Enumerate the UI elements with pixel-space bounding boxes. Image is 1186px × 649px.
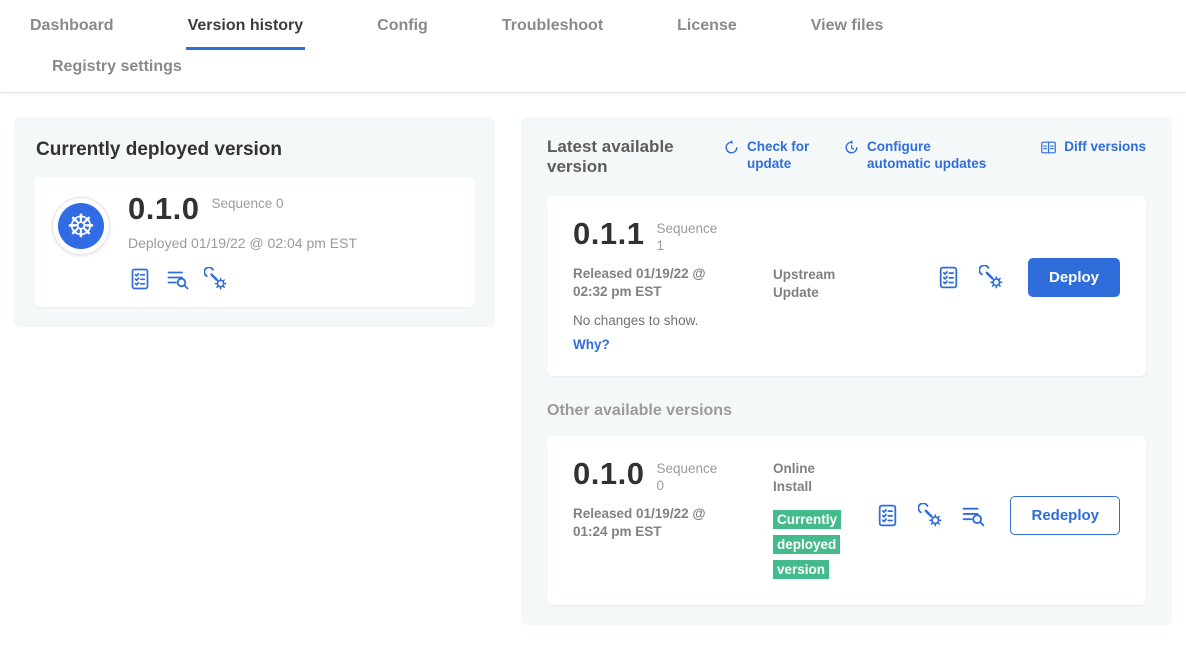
check-for-update-label: Check for update — [747, 139, 817, 173]
latest-version-info: 0.1.1 Sequence 1 Released 01/19/22 @ 02:… — [573, 218, 773, 354]
deploy-logs-icon[interactable] — [961, 503, 986, 528]
configure-automatic-updates-label: Configure automatic updates — [867, 139, 995, 173]
diff-icon — [1040, 139, 1057, 156]
currently-deployed-badge-wrap: Currently deployed version — [773, 508, 855, 582]
tab-license[interactable]: License — [675, 4, 739, 50]
preflight-checks-icon[interactable] — [875, 503, 900, 528]
configure-automatic-updates-link[interactable]: Configure automatic updates — [843, 139, 995, 173]
schedule-icon — [843, 139, 860, 156]
version-number: 0.1.0 — [573, 458, 644, 489]
version-source-label: Online Install — [773, 460, 828, 496]
latest-version-header: Latest available version Check for updat… — [547, 137, 1146, 178]
no-changes-text: No changes to show. — [573, 313, 773, 328]
other-version-card: 0.1.0 Sequence 0 Released 01/19/22 @ 01:… — [547, 436, 1146, 605]
version-row: 0.1.0 Sequence 0 — [128, 193, 357, 224]
nav-row-secondary: Registry settings — [0, 50, 1186, 92]
sequence-label: Sequence 0 — [211, 196, 283, 213]
check-for-update-link[interactable]: Check for update — [723, 139, 817, 173]
other-version-middle: Online Install Currently deployed versio… — [773, 458, 865, 583]
currently-deployed-title: Currently deployed version — [36, 139, 475, 161]
version-number: 0.1.0 — [128, 193, 199, 224]
latest-available-title: Latest available version — [547, 137, 697, 178]
currently-deployed-panel: Currently deployed version ☸ 0.1.0 Seque… — [14, 117, 495, 327]
kubernetes-logo: ☸ — [52, 197, 110, 255]
available-versions-panel: Latest available version Check for updat… — [521, 117, 1172, 625]
admin-console: Dashboard Version history Config Trouble… — [0, 0, 1186, 649]
nav-row-primary: Dashboard Version history Config Trouble… — [0, 4, 1186, 50]
deploy-logs-icon[interactable] — [166, 267, 190, 291]
version-row: 0.1.0 Sequence 0 — [573, 458, 773, 495]
kubernetes-helm-icon: ☸ — [58, 203, 104, 249]
version-number: 0.1.1 — [573, 218, 644, 249]
sequence-label: Sequence 0 — [656, 461, 718, 495]
version-row: 0.1.1 Sequence 1 — [573, 218, 773, 255]
main-content: Currently deployed version ☸ 0.1.0 Seque… — [0, 93, 1186, 649]
sequence-label: Sequence 1 — [656, 221, 718, 255]
other-version-info: 0.1.0 Sequence 0 Released 01/19/22 @ 01:… — [573, 458, 773, 541]
diff-versions-label: Diff versions — [1064, 139, 1146, 156]
tab-config[interactable]: Config — [375, 4, 430, 50]
config-icon[interactable] — [204, 267, 228, 291]
latest-card-actions: Deploy — [936, 258, 1120, 297]
deployed-version-card: ☸ 0.1.0 Sequence 0 Deployed 01/19/22 @ 0… — [34, 177, 475, 307]
latest-version-card: 0.1.1 Sequence 1 Released 01/19/22 @ 02:… — [547, 196, 1146, 376]
config-icon[interactable] — [979, 265, 1004, 290]
version-source-label: Upstream Update — [773, 266, 845, 302]
redeploy-button[interactable]: Redeploy — [1010, 496, 1120, 535]
config-icon[interactable] — [918, 503, 943, 528]
why-link[interactable]: Why? — [573, 337, 610, 352]
released-timestamp: Released 01/19/22 @ 02:32 pm EST — [573, 265, 718, 301]
currently-deployed-badge: Currently deployed version — [773, 510, 841, 579]
tab-registry-settings[interactable]: Registry settings — [50, 50, 184, 92]
other-card-actions: Redeploy — [875, 496, 1120, 535]
deployed-timestamp: Deployed 01/19/22 @ 02:04 pm EST — [128, 235, 357, 251]
deploy-button[interactable]: Deploy — [1028, 258, 1120, 297]
diff-versions-link[interactable]: Diff versions — [1040, 139, 1146, 156]
refresh-icon — [723, 139, 740, 156]
preflight-checks-icon[interactable] — [128, 267, 152, 291]
tab-troubleshoot[interactable]: Troubleshoot — [500, 4, 605, 50]
other-versions-title: Other available versions — [547, 402, 1146, 420]
tab-view-files[interactable]: View files — [809, 4, 886, 50]
top-navigation: Dashboard Version history Config Trouble… — [0, 0, 1186, 93]
deployed-card-body: 0.1.0 Sequence 0 Deployed 01/19/22 @ 02:… — [128, 193, 357, 291]
deployed-card-actions — [128, 267, 357, 291]
tab-dashboard[interactable]: Dashboard — [28, 4, 116, 50]
tab-version-history[interactable]: Version history — [186, 4, 306, 50]
preflight-checks-icon[interactable] — [936, 265, 961, 290]
released-timestamp: Released 01/19/22 @ 01:24 pm EST — [573, 505, 718, 541]
